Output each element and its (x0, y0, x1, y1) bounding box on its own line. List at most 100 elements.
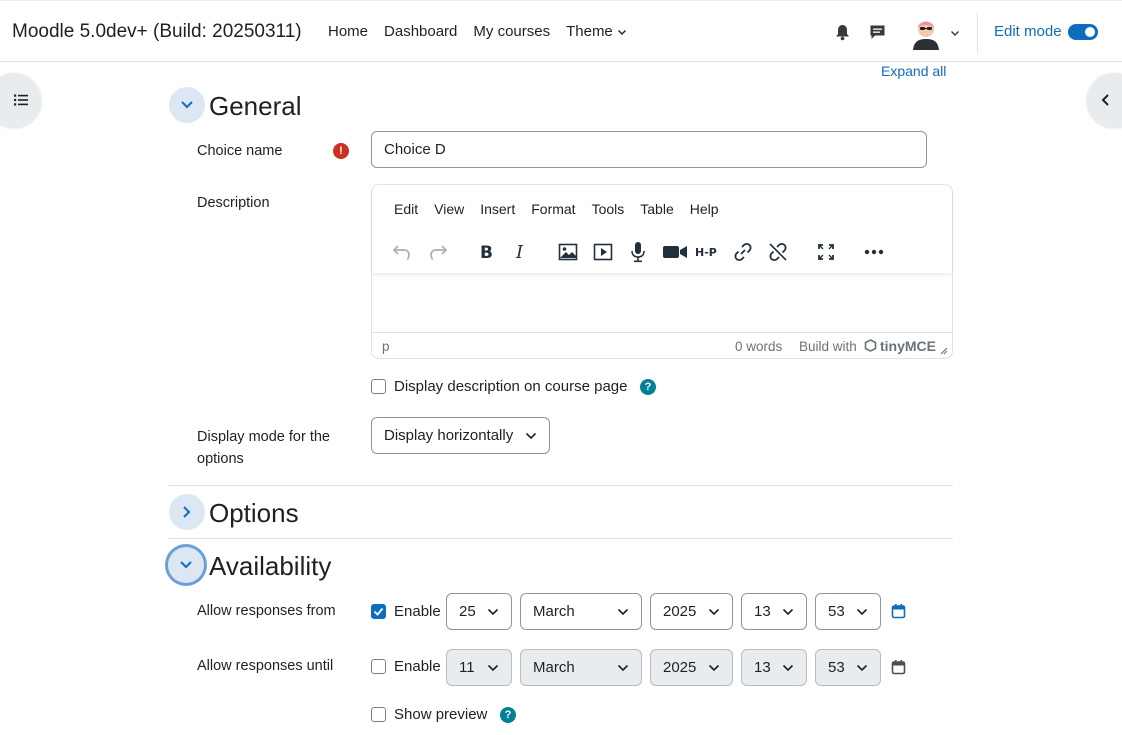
from-hour-value: 13 (754, 603, 771, 620)
calendar-icon[interactable] (891, 659, 906, 675)
chevron-down-icon (181, 101, 193, 109)
from-hour-select[interactable]: 13 (741, 593, 807, 630)
chevron-down-icon (856, 664, 868, 672)
site-name[interactable]: Moodle 5.0dev+ (Build: 20250311) (12, 21, 302, 43)
microphone-icon[interactable] (626, 240, 650, 264)
display-description-label[interactable]: Display description on course page (394, 376, 627, 398)
from-minute-value: 53 (828, 603, 845, 620)
allow-until-enable-checkbox[interactable] (371, 659, 386, 674)
editor-menu-edit[interactable]: Edit (394, 201, 418, 217)
chevron-down-icon (180, 561, 192, 569)
edit-mode-toggle[interactable] (1068, 24, 1098, 40)
expand-all-link[interactable]: Expand all (881, 63, 946, 79)
word-count[interactable]: 0 words (735, 339, 782, 354)
tinymce-brand[interactable]: tinyMCE (880, 338, 936, 354)
redo-icon[interactable] (426, 240, 450, 264)
from-day-select[interactable]: 25 (446, 593, 512, 630)
editor-menu-view[interactable]: View (434, 201, 464, 217)
required-icon: ! (333, 143, 349, 159)
from-month-select[interactable]: March (520, 593, 642, 630)
primary-navigation: Home Dashboard My courses Theme (328, 23, 643, 40)
chevron-right-icon (183, 506, 191, 518)
from-year-select[interactable]: 2025 (650, 593, 733, 630)
user-menu-chevron-icon[interactable] (950, 28, 960, 38)
svg-text:H-P: H-P (695, 246, 717, 259)
bold-icon[interactable]: B (474, 240, 498, 264)
help-icon[interactable]: ? (640, 379, 656, 395)
choice-name-input[interactable]: Choice D (371, 131, 927, 168)
help-icon[interactable]: ? (500, 707, 516, 723)
show-preview-label[interactable]: Show preview (394, 704, 487, 726)
chevron-down-icon (525, 432, 537, 440)
avatar[interactable] (909, 14, 943, 50)
bell-icon[interactable] (835, 24, 850, 41)
nav-my-courses[interactable]: My courses (473, 23, 550, 40)
media-icon[interactable] (591, 240, 615, 264)
until-hour-select[interactable]: 13 (741, 649, 807, 686)
link-icon[interactable] (731, 240, 755, 264)
nav-dashboard[interactable]: Dashboard (384, 23, 457, 40)
availability-section-toggle[interactable] (168, 547, 204, 583)
editor-statusbar: p 0 words Build with tinyMCE (372, 332, 952, 358)
divider (168, 538, 953, 539)
course-index-drawer-button[interactable] (0, 73, 41, 127)
until-year-value: 2025 (663, 659, 697, 676)
general-section-title: General (209, 91, 302, 121)
fullscreen-icon[interactable] (814, 240, 838, 264)
chevron-down-icon (782, 608, 794, 616)
until-month-select[interactable]: March (520, 649, 642, 686)
editor-menu-table[interactable]: Table (640, 201, 673, 217)
show-preview-checkbox[interactable] (371, 707, 386, 722)
display-description-checkbox[interactable] (371, 379, 386, 394)
resize-handle-icon[interactable] (939, 346, 948, 355)
undo-icon[interactable] (390, 240, 414, 264)
nav-home[interactable]: Home (328, 23, 368, 40)
editor-menu-format[interactable]: Format (531, 201, 575, 217)
chevron-left-icon (1101, 94, 1109, 106)
tinymce-logo-icon[interactable] (864, 339, 877, 352)
svg-text:B: B (480, 243, 493, 261)
calendar-icon[interactable] (891, 603, 906, 619)
message-icon[interactable] (869, 24, 886, 41)
h5p-icon[interactable]: H-P (695, 240, 723, 264)
from-minute-select[interactable]: 53 (815, 593, 881, 630)
until-minute-select[interactable]: 53 (815, 649, 881, 686)
chevron-down-icon (856, 608, 868, 616)
italic-icon[interactable]: I (509, 240, 533, 264)
editor-menu-help[interactable]: Help (690, 201, 719, 217)
until-month-value: March (533, 659, 575, 676)
display-mode-select[interactable]: Display horizontally (371, 417, 550, 454)
until-day-value: 11 (459, 659, 475, 676)
general-section-toggle[interactable] (169, 87, 205, 123)
divider (168, 485, 953, 486)
until-day-select[interactable]: 11 (446, 649, 512, 686)
from-year-value: 2025 (663, 603, 697, 620)
image-icon[interactable] (556, 240, 580, 264)
allow-from-enable-checkbox[interactable] (371, 604, 386, 619)
allow-until-label: Allow responses until (197, 658, 334, 674)
options-section-toggle[interactable] (169, 494, 205, 530)
chevron-down-icon (617, 664, 629, 672)
edit-mode-label[interactable]: Edit mode (994, 23, 1062, 40)
chevron-down-icon (782, 664, 794, 672)
build-with-label: Build with (799, 339, 857, 354)
editor-menu-insert[interactable]: Insert (480, 201, 515, 217)
from-month-value: March (533, 603, 575, 620)
display-mode-value: Display horizontally (384, 427, 514, 444)
editor-path[interactable]: p (382, 339, 390, 354)
more-icon[interactable] (862, 240, 886, 264)
editor-menu-tools[interactable]: Tools (592, 201, 625, 217)
allow-until-enable-label[interactable]: Enable (394, 656, 441, 678)
allow-from-enable-label[interactable]: Enable (394, 601, 441, 623)
unlink-icon[interactable] (766, 240, 790, 264)
video-camera-icon[interactable] (661, 240, 689, 264)
chevron-down-icon (487, 608, 499, 616)
chevron-down-icon (708, 664, 720, 672)
nav-theme[interactable]: Theme (566, 23, 627, 40)
block-drawer-button[interactable] (1087, 73, 1122, 127)
until-hour-value: 13 (754, 659, 771, 676)
until-year-select[interactable]: 2025 (650, 649, 733, 686)
availability-section-title: Availability (209, 551, 332, 581)
divider (977, 13, 978, 53)
chevron-down-icon (617, 29, 626, 35)
